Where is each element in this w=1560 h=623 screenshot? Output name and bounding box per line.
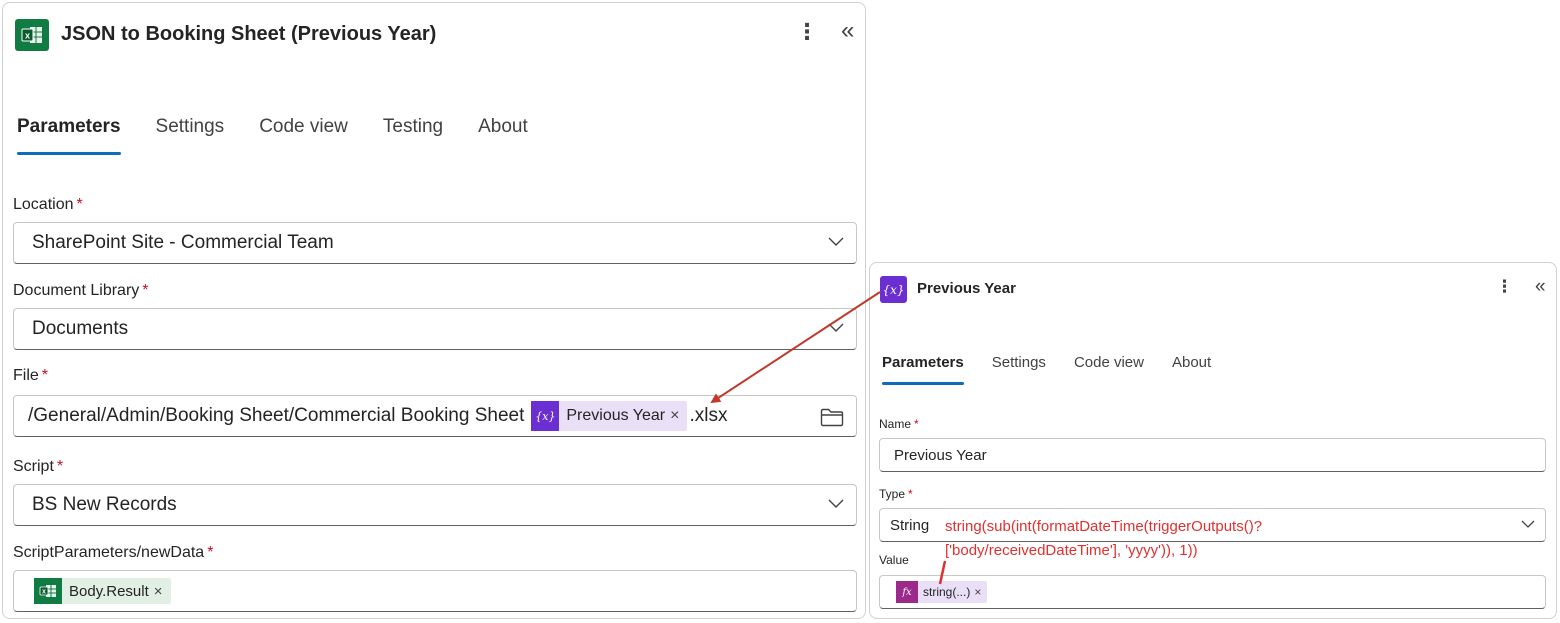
- collapse-panel-icon[interactable]: «: [1535, 277, 1546, 296]
- svg-text:x: x: [42, 589, 46, 596]
- script-parameters-label: ScriptParameters/newData *: [13, 544, 214, 561]
- tab-code-view[interactable]: Code view: [259, 116, 348, 138]
- value-input[interactable]: fx string(...) ×: [879, 575, 1546, 609]
- chevron-down-icon[interactable]: [1521, 520, 1535, 529]
- document-library-dropdown[interactable]: Documents: [13, 308, 857, 350]
- expression-annotation-line-2: ['body/receivedDateTime'], 'yyyy')), 1)): [945, 542, 1198, 559]
- tab-settings[interactable]: Settings: [992, 354, 1046, 371]
- file-path-text: /General/Admin/Booking Sheet/Commercial …: [28, 405, 525, 426]
- location-dropdown[interactable]: SharePoint Site - Commercial Team: [13, 222, 857, 264]
- tab-about[interactable]: About: [478, 116, 528, 138]
- tab-parameters[interactable]: Parameters: [17, 116, 121, 155]
- action-title: JSON to Booking Sheet (Previous Year): [61, 23, 437, 45]
- chevron-down-icon[interactable]: [828, 499, 844, 509]
- tab-testing[interactable]: Testing: [383, 116, 443, 138]
- token-label: Previous Year: [566, 407, 666, 424]
- location-label: Location *: [13, 196, 83, 213]
- svg-text:x: x: [25, 31, 30, 41]
- required-marker: *: [914, 417, 919, 431]
- required-marker: *: [76, 196, 83, 213]
- remove-token-icon[interactable]: ×: [974, 585, 981, 599]
- script-label: Script *: [13, 458, 64, 475]
- name-label: Name *: [879, 417, 919, 431]
- tab-list: Parameters Settings Code view About: [882, 354, 1211, 385]
- file-extension-text: .xlsx: [689, 405, 728, 426]
- action-panel-json-to-booking-sheet: x JSON to Booking Sheet (Previous Year) …: [2, 2, 866, 619]
- tab-about[interactable]: About: [1172, 354, 1211, 371]
- remove-token-icon[interactable]: ×: [670, 407, 679, 425]
- variable-icon: {x}: [531, 401, 560, 431]
- required-marker: *: [908, 487, 913, 501]
- tab-parameters[interactable]: Parameters: [882, 354, 964, 385]
- more-options-icon[interactable]: ⋮: [1496, 278, 1513, 295]
- variable-title: Previous Year: [917, 280, 1016, 297]
- location-value: SharePoint Site - Commercial Team: [32, 232, 334, 253]
- file-label: File *: [13, 367, 49, 384]
- token-label: string(...): [923, 585, 971, 599]
- remove-token-icon[interactable]: ×: [154, 583, 163, 600]
- type-value: String: [890, 516, 930, 534]
- string-expression-token[interactable]: fx string(...) ×: [896, 581, 988, 603]
- required-marker: *: [207, 544, 214, 561]
- name-input[interactable]: Previous Year: [879, 438, 1546, 472]
- token-label: Body.Result: [69, 582, 149, 600]
- function-icon: fx: [896, 581, 918, 603]
- tab-list: Parameters Settings Code view Testing Ab…: [17, 116, 528, 155]
- required-marker: *: [41, 367, 49, 384]
- chevron-down-icon[interactable]: [828, 237, 844, 247]
- document-library-value: Documents: [32, 318, 129, 339]
- excel-icon: x: [15, 19, 49, 51]
- tab-settings[interactable]: Settings: [156, 116, 225, 138]
- script-value: BS New Records: [32, 494, 177, 515]
- tab-code-view[interactable]: Code view: [1074, 354, 1144, 371]
- document-library-label: Document Library *: [13, 282, 149, 299]
- previous-year-token[interactable]: {x} Previous Year ×: [531, 401, 688, 431]
- value-label: Value: [879, 553, 909, 567]
- name-value: Previous Year: [894, 446, 987, 464]
- excel-icon: x: [34, 578, 62, 604]
- body-result-token[interactable]: x Body.Result ×: [34, 578, 171, 604]
- script-parameters-input[interactable]: x Body.Result ×: [13, 570, 857, 612]
- more-options-icon[interactable]: ⋮: [796, 21, 818, 43]
- required-marker: *: [142, 282, 149, 299]
- variable-panel-previous-year: {x} Previous Year ⋮ « Parameters Setting…: [869, 262, 1557, 619]
- variable-icon: {x}: [880, 276, 907, 303]
- script-dropdown[interactable]: BS New Records: [13, 484, 857, 526]
- file-input[interactable]: /General/Admin/Booking Sheet/Commercial …: [13, 395, 857, 437]
- chevron-down-icon[interactable]: [828, 323, 844, 333]
- expression-annotation-line-1: string(sub(int(formatDateTime(triggerOut…: [945, 518, 1263, 535]
- collapse-panel-icon[interactable]: «: [841, 19, 854, 43]
- required-marker: *: [56, 458, 64, 475]
- type-label: Type *: [879, 487, 913, 501]
- folder-icon[interactable]: [820, 408, 844, 427]
